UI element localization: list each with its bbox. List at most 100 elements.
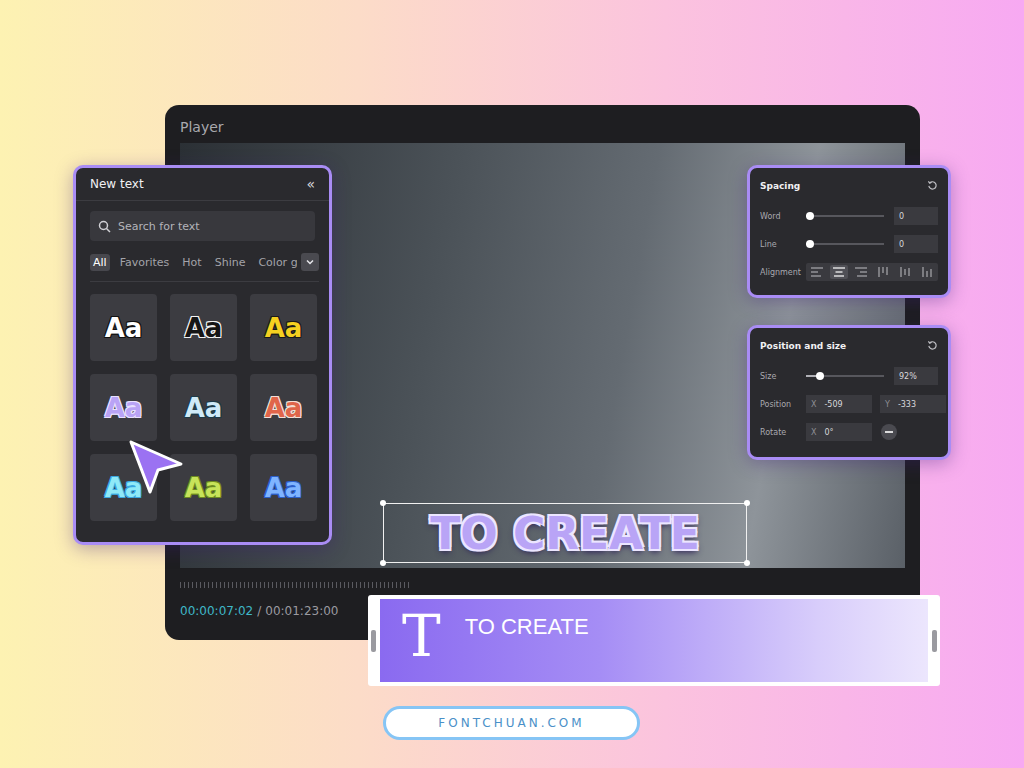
rotate-dial-icon[interactable]: [880, 423, 898, 441]
current-time: 00:00:07:02: [180, 604, 253, 618]
spacing-panel: SpacingWord0Line0Alignment: [747, 165, 951, 298]
reset-icon[interactable]: [927, 180, 938, 191]
search-field[interactable]: Search for text: [90, 211, 315, 241]
search-placeholder: Search for text: [118, 220, 200, 233]
timeline-ruler[interactable]: [180, 582, 410, 588]
preset-sample: Aa: [185, 313, 223, 343]
size-row: Size 92%: [760, 367, 938, 385]
alignment-button[interactable]: [896, 265, 914, 279]
text-preset[interactable]: Aa: [250, 374, 317, 441]
preset-sample: Aa: [185, 393, 223, 423]
slider-track[interactable]: [806, 243, 884, 245]
panel-title: Spacing: [760, 181, 800, 191]
y-field[interactable]: Y -333: [880, 395, 946, 413]
reset-icon[interactable]: [927, 340, 938, 351]
canvas-text[interactable]: TO CREATE: [383, 503, 747, 563]
panel-title: New text: [90, 177, 144, 191]
clip-label: TO CREATE: [465, 605, 589, 640]
rotate-row: Rotate X0°: [760, 423, 938, 441]
time-separator: /: [257, 604, 261, 618]
stage: Player 00:00:07:02 / 00:01:23:00 TO CREATE Ne…: [0, 0, 1024, 768]
slider-knob[interactable]: [806, 240, 814, 248]
slider-track[interactable]: [806, 215, 884, 217]
category-tab[interactable]: Hot: [179, 254, 204, 271]
slider-track[interactable]: [806, 375, 884, 377]
panel-title: Position and size: [760, 341, 846, 351]
rotate-field[interactable]: X0°: [806, 423, 872, 441]
align-middle-icon: [898, 266, 912, 278]
preset-sample: Aa: [265, 393, 303, 423]
trim-handle[interactable]: [932, 630, 937, 652]
panel-header: Position and size: [760, 328, 938, 357]
row-label: Size: [760, 372, 800, 381]
panel-header: New text «: [76, 168, 329, 201]
axis-label: Y: [885, 400, 890, 409]
value-field[interactable]: 0: [894, 207, 938, 225]
resize-handle[interactable]: [380, 560, 386, 566]
preset-sample: Aa: [265, 313, 303, 343]
alignment-button[interactable]: [808, 265, 826, 279]
field-value: -333: [898, 400, 916, 409]
alignment-group: [806, 263, 938, 281]
axis-label: X: [811, 400, 816, 409]
field-value: -509: [824, 400, 842, 409]
tab-bar: All Favorites Hot Shine Color g: [90, 253, 319, 282]
preset-sample: Aa: [265, 473, 303, 503]
website-badge[interactable]: FONTCHUAN.COM: [383, 706, 640, 740]
text-preset[interactable]: Aa: [250, 454, 317, 521]
category-tab[interactable]: All: [90, 254, 110, 271]
category-tab[interactable]: Color g: [255, 254, 297, 271]
align-left-icon: [810, 266, 824, 278]
align-center-icon: [832, 266, 846, 278]
preset-grid: AaAaAaAaAaAaAaAaAa: [76, 282, 329, 533]
search-icon: [98, 220, 111, 233]
alignment-button[interactable]: [918, 265, 936, 279]
text-panel: New text « Search for text All Favorites Hot S…: [73, 165, 332, 545]
rotate-fields: X0°: [806, 423, 938, 441]
player-title: Player: [180, 105, 905, 143]
category-tab[interactable]: Favorites: [117, 254, 173, 271]
position-row: PositionX-509Y-333: [760, 395, 938, 413]
preset-sample: Aa: [105, 473, 143, 503]
resize-handle[interactable]: [744, 560, 750, 566]
row-label: Alignment: [760, 268, 800, 277]
text-preset[interactable]: Aa: [90, 294, 157, 361]
slider-row: Line0: [760, 235, 938, 253]
align-bottom-icon: [920, 266, 934, 278]
resize-handle[interactable]: [380, 500, 386, 506]
position-size-panel: Position and sizeSize92%PositionX-509Y-3…: [747, 325, 951, 460]
canvas-text-label: TO CREATE: [430, 508, 700, 559]
value-field[interactable]: 92%: [894, 367, 938, 385]
text-clip-icon: T: [402, 605, 441, 669]
row-label: Word: [760, 212, 800, 221]
row-label: Rotate: [760, 428, 800, 437]
cursor-arrow-icon: [127, 438, 185, 496]
timeline-clip-frame: T TO CREATE: [368, 595, 940, 686]
alignment-button[interactable]: [830, 265, 848, 279]
text-preset[interactable]: Aa: [170, 374, 237, 441]
website-text: FONTCHUAN.COM: [438, 716, 584, 730]
category-tab[interactable]: Shine: [212, 254, 249, 271]
slider-knob[interactable]: [806, 212, 814, 220]
text-preset[interactable]: Aa: [170, 294, 237, 361]
x-field[interactable]: X -509: [806, 395, 872, 413]
total-time: 00:01:23:00: [265, 604, 338, 618]
axis-label: X: [811, 428, 816, 437]
text-clip[interactable]: T TO CREATE: [380, 599, 928, 682]
text-preset[interactable]: Aa: [90, 374, 157, 441]
alignment-button[interactable]: [852, 265, 870, 279]
slider-row: Word 0: [760, 207, 938, 225]
alignment-button[interactable]: [874, 265, 892, 279]
align-right-icon: [854, 266, 868, 278]
more-tabs-button[interactable]: [301, 253, 319, 271]
chevron-down-icon: [305, 257, 315, 267]
value-field[interactable]: 0: [894, 235, 938, 253]
text-preset[interactable]: Aa: [250, 294, 317, 361]
collapse-button[interactable]: «: [306, 177, 315, 191]
preset-sample: Aa: [105, 393, 143, 423]
slider-knob[interactable]: [816, 372, 824, 380]
tabs: All Favorites Hot Shine Color g: [90, 254, 297, 271]
trim-handle[interactable]: [371, 630, 376, 652]
resize-handle[interactable]: [744, 500, 750, 506]
align-top-icon: [876, 266, 890, 278]
